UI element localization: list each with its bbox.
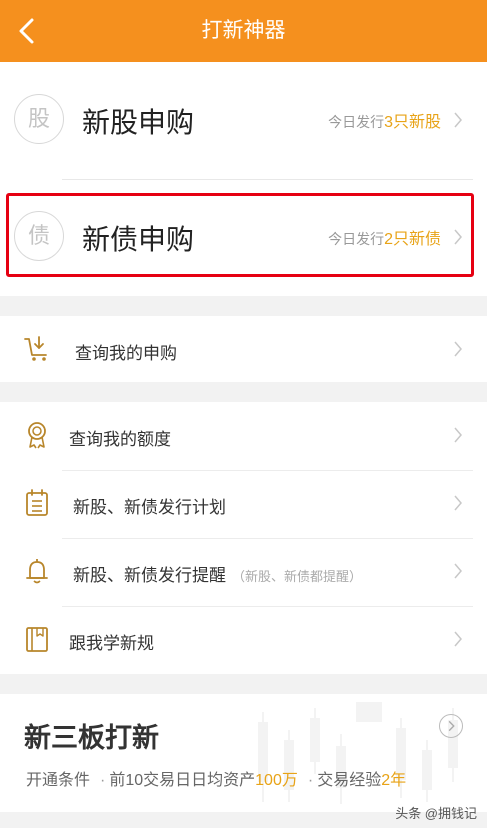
watermark: 头条 @拥钱记 — [395, 806, 477, 821]
query-quota-label: 查询我的额度 — [69, 430, 171, 449]
subscribe-section: 股 新股申购 今日发行3只新股 债 新债申购 今日发行2只新债 — [0, 62, 487, 296]
chevron-right-icon — [454, 495, 462, 511]
stock-badge-icon: 股 — [14, 94, 64, 144]
issue-plan-row[interactable]: 新股、新债发行计划 — [0, 470, 487, 538]
condition-assets-text: 前10交易日日均资产 — [109, 772, 256, 789]
query-quota-row[interactable]: 查询我的额度 — [0, 402, 487, 470]
info-prefix: 今日发行 — [328, 114, 385, 130]
learn-rules-row[interactable]: 跟我学新规 — [0, 606, 487, 674]
bullet-dot: · — [100, 772, 106, 789]
learn-rules-label: 跟我学新规 — [69, 634, 154, 653]
bell-icon — [26, 559, 48, 584]
chevron-right-icon — [454, 427, 462, 443]
chevron-right-icon — [454, 112, 462, 128]
menu-section: 查询我的额度 新股、新债发行计划 新股、新债发行提醒 （新股、新债都提醒） 跟我… — [0, 402, 487, 674]
medal-icon — [28, 422, 46, 449]
condition-experience-text: 交易经验 — [317, 772, 382, 789]
chevron-right-icon — [448, 720, 455, 732]
candlestick-background-icon — [258, 702, 458, 804]
cart-download-icon — [24, 336, 47, 361]
condition-assets-value: 100万 — [255, 772, 298, 789]
chevron-right-icon — [454, 563, 462, 579]
issue-reminder-text: 新股、新债发行提醒 — [73, 566, 226, 585]
conditions-label: 开通条件 — [26, 772, 91, 789]
query-subscribe-section: 查询我的申购 — [0, 316, 487, 382]
issue-plan-label: 新股、新债发行计划 — [73, 498, 226, 517]
chevron-right-icon — [454, 229, 462, 245]
neeq-ipo-title: 新三板打新 — [24, 723, 159, 753]
condition-experience-value: 2年 — [381, 772, 407, 789]
new-stock-info: 今日发行3只新股 — [328, 108, 441, 132]
neeq-ipo-card[interactable]: 新三板打新 开通条件 · 前10交易日日均资产100万 · 交易经验2年 — [0, 694, 487, 812]
neeq-conditions: 开通条件 · 前10交易日日均资产100万 · 交易经验2年 — [26, 766, 406, 790]
page-title: 打新神器 — [201, 19, 286, 42]
new-bond-info: 今日发行2只新债 — [328, 225, 441, 249]
calendar-list-icon — [26, 489, 48, 516]
info-prefix: 今日发行 — [328, 231, 385, 247]
new-stock-subscribe-row[interactable]: 股 新股申购 今日发行3只新股 — [0, 62, 487, 179]
issue-reminder-row[interactable]: 新股、新债发行提醒 （新股、新债都提醒） — [0, 538, 487, 606]
new-bond-subscribe-row[interactable]: 债 新债申购 今日发行2只新债 — [0, 179, 487, 296]
issue-reminder-label: 新股、新债发行提醒 （新股、新债都提醒） — [73, 561, 362, 586]
info-count: 3只新股 — [384, 114, 441, 131]
new-bond-subscribe-label: 新债申购 — [82, 224, 195, 255]
book-icon — [26, 627, 48, 652]
neeq-arrow-button[interactable] — [439, 714, 463, 738]
top-bar: 打新神器 — [0, 0, 487, 62]
bullet-dot: · — [307, 772, 314, 789]
query-subscribe-label: 查询我的申购 — [75, 344, 177, 363]
info-count: 2只新债 — [384, 231, 441, 248]
chevron-right-icon — [454, 631, 462, 647]
issue-reminder-note: （新股、新债都提醒） — [232, 569, 363, 584]
chevron-right-icon — [454, 341, 462, 357]
new-stock-subscribe-label: 新股申购 — [82, 107, 195, 138]
bond-badge-icon: 债 — [14, 211, 64, 261]
query-subscribe-row[interactable]: 查询我的申购 — [0, 316, 487, 384]
